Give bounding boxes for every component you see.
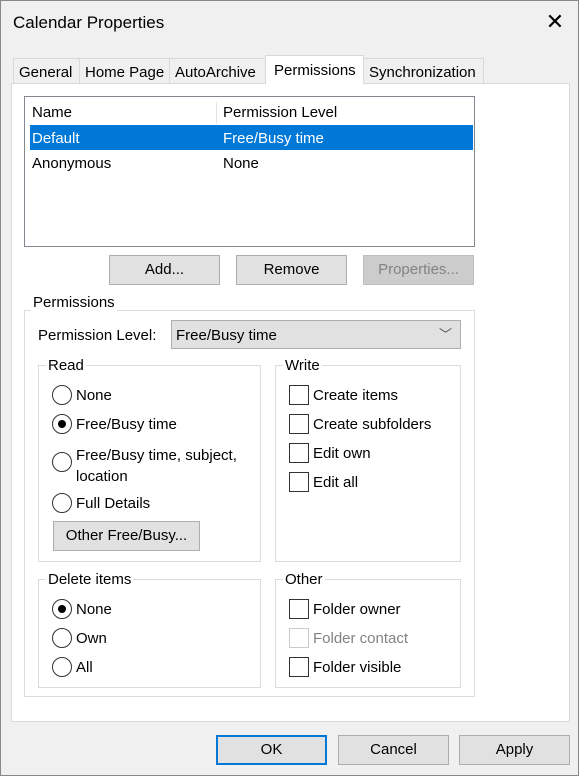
- tab-general[interactable]: General: [13, 58, 80, 84]
- properties-button[interactable]: Properties...: [363, 255, 474, 285]
- folder-owner-checkbox[interactable]: [289, 599, 309, 619]
- delete-all-label[interactable]: All: [76, 659, 93, 676]
- folder-visible-label[interactable]: Folder visible: [313, 659, 401, 676]
- window-title: Calendar Properties: [13, 13, 165, 32]
- tab-autoarchive[interactable]: AutoArchive: [169, 58, 266, 84]
- read-none-label[interactable]: None: [76, 387, 112, 404]
- read-freebusy-radio[interactable]: [52, 414, 72, 434]
- column-divider[interactable]: [216, 102, 217, 124]
- read-none-radio[interactable]: [52, 385, 72, 405]
- row-level: None: [223, 155, 259, 172]
- read-freebusy-label[interactable]: Free/Busy time: [76, 416, 177, 433]
- tab-home-page[interactable]: Home Page: [79, 58, 170, 84]
- cancel-button[interactable]: Cancel: [338, 735, 449, 765]
- permission-level-label: Permission Level:: [38, 327, 157, 344]
- folder-visible-checkbox[interactable]: [289, 657, 309, 677]
- add-button[interactable]: Add...: [109, 255, 220, 285]
- edit-all-checkbox[interactable]: [289, 472, 309, 492]
- folder-contact-label[interactable]: Folder contact: [313, 630, 408, 647]
- delete-own-radio[interactable]: [52, 628, 72, 648]
- read-group-label: Read: [46, 357, 86, 374]
- delete-none-label[interactable]: None: [76, 601, 112, 618]
- read-freebusy-subject-label[interactable]: Free/Busy time, subject, location: [76, 445, 256, 487]
- read-full-details-label[interactable]: Full Details: [76, 495, 150, 512]
- close-icon[interactable]: ✕: [542, 9, 568, 35]
- row-name: Anonymous: [32, 155, 112, 172]
- read-full-details-radio[interactable]: [52, 493, 72, 513]
- chevron-down-icon: ﹀: [438, 327, 452, 342]
- edit-own-checkbox[interactable]: [289, 443, 309, 463]
- folder-contact-checkbox[interactable]: [289, 628, 309, 648]
- permissions-group-label: Permissions: [31, 294, 117, 311]
- create-items-checkbox[interactable]: [289, 385, 309, 405]
- ok-button[interactable]: OK: [216, 735, 327, 765]
- create-items-label[interactable]: Create items: [313, 387, 398, 404]
- permission-level-dropdown[interactable]: Free/Busy time ﹀: [171, 320, 461, 349]
- create-subfolders-label[interactable]: Create subfolders: [313, 416, 431, 433]
- delete-own-label[interactable]: Own: [76, 630, 107, 647]
- column-header-level[interactable]: Permission Level: [223, 104, 337, 121]
- delete-group-label: Delete items: [46, 571, 134, 588]
- create-subfolders-checkbox[interactable]: [289, 414, 309, 434]
- delete-group: [38, 579, 261, 688]
- tab-permissions[interactable]: Permissions: [265, 55, 364, 84]
- row-level: Free/Busy time: [223, 130, 324, 147]
- read-freebusy-subject-radio[interactable]: [52, 452, 72, 472]
- edit-all-label[interactable]: Edit all: [313, 474, 358, 491]
- other-free-busy-button[interactable]: Other Free/Busy...: [53, 521, 200, 551]
- folder-owner-label[interactable]: Folder owner: [313, 601, 401, 618]
- permission-level-value: Free/Busy time: [176, 327, 277, 344]
- row-name: Default: [32, 130, 80, 147]
- edit-own-label[interactable]: Edit own: [313, 445, 371, 462]
- remove-button[interactable]: Remove: [236, 255, 347, 285]
- delete-none-radio[interactable]: [52, 599, 72, 619]
- other-group-label: Other: [283, 571, 325, 588]
- delete-all-radio[interactable]: [52, 657, 72, 677]
- write-group-label: Write: [283, 357, 322, 374]
- tab-synchronization[interactable]: Synchronization: [363, 58, 484, 84]
- column-header-name[interactable]: Name: [32, 104, 72, 121]
- apply-button[interactable]: Apply: [459, 735, 570, 765]
